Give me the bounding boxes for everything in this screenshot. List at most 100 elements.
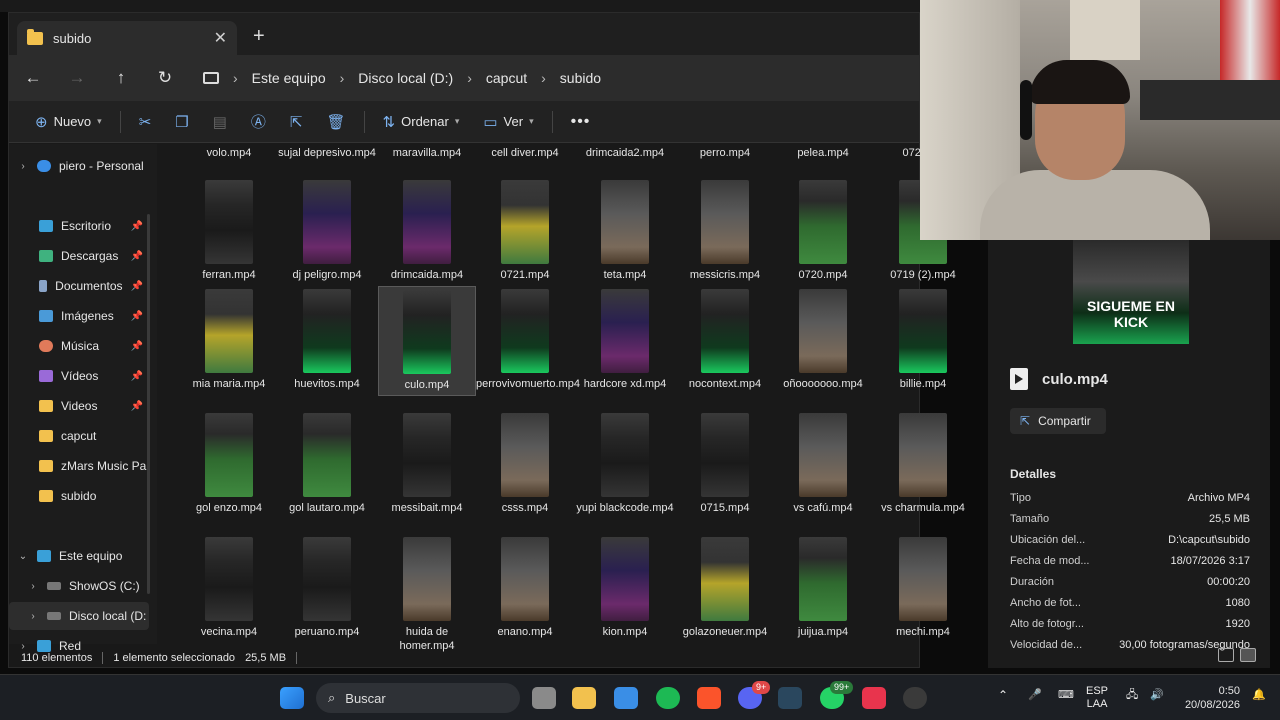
- sidebar-item-showos[interactable]: › ShowOS (C:): [9, 572, 149, 600]
- file-explorer-icon[interactable]: [572, 687, 596, 709]
- file-item[interactable]: vs charmula.mp4: [874, 413, 972, 515]
- file-item[interactable]: cell diver.mp4: [476, 146, 574, 160]
- file-item[interactable]: hardcore xd.mp4: [576, 289, 674, 391]
- file-item[interactable]: kion.mp4: [576, 537, 674, 639]
- file-item[interactable]: 0720.mp4: [774, 180, 872, 282]
- file-item[interactable]: ferran.mp4: [180, 180, 278, 282]
- chevron-right-icon[interactable]: ›: [340, 70, 345, 86]
- details-view-button[interactable]: [1218, 648, 1234, 662]
- file-item[interactable]: 0715.mp4: [676, 413, 774, 515]
- chevron-down-icon[interactable]: ⌄: [17, 551, 29, 562]
- tiles-view-button[interactable]: [1240, 648, 1256, 662]
- microphone-icon[interactable]: 🎤: [1028, 689, 1042, 702]
- file-item[interactable]: 0721.mp4: [476, 180, 574, 282]
- steam-icon[interactable]: [778, 687, 802, 709]
- more-options-button[interactable]: •••: [559, 106, 603, 138]
- file-item[interactable]: golazoneuer.mp4: [676, 537, 774, 639]
- sidebar-item-capcut[interactable]: capcut: [9, 422, 149, 450]
- close-icon[interactable]: ✕: [214, 28, 227, 48]
- sidebar-item-onedrive[interactable]: › piero - Personal: [9, 152, 149, 180]
- sort-button[interactable]: ⇅ Ordenar ▾: [371, 106, 472, 138]
- share-button[interactable]: ⇱: [278, 106, 315, 138]
- search-box[interactable]: ⌕ Buscar: [316, 683, 520, 713]
- file-item[interactable]: maravilla.mp4: [378, 146, 476, 160]
- sidebar-item-videos[interactable]: Vídeos 📌: [9, 362, 149, 390]
- sidebar-item-descargas[interactable]: Descargas 📌: [9, 242, 149, 270]
- chevron-right-icon[interactable]: ›: [467, 70, 472, 86]
- cut-button[interactable]: ✂: [127, 106, 164, 138]
- file-item[interactable]: mechi.mp4: [874, 537, 972, 639]
- file-item[interactable]: enano.mp4: [476, 537, 574, 639]
- file-item[interactable]: huida de homer.mp4: [378, 537, 476, 652]
- file-item[interactable]: drimcaida2.mp4: [576, 146, 674, 160]
- file-item[interactable]: perro.mp4: [676, 146, 774, 160]
- file-item[interactable]: perrovivomuerto.mp4: [476, 289, 580, 391]
- breadcrumb-item[interactable]: Este equipo: [252, 70, 326, 86]
- sidebar-item-este-equipo[interactable]: ⌄ Este equipo: [9, 542, 149, 570]
- delete-button[interactable]: 🗑: [315, 106, 358, 138]
- file-item[interactable]: volo.mp4: [180, 146, 278, 160]
- file-item[interactable]: csss.mp4: [476, 413, 574, 515]
- clock[interactable]: 0:50 20/08/2026: [1185, 684, 1240, 712]
- sidebar-item-musica[interactable]: Música 📌: [9, 332, 149, 360]
- back-button[interactable]: ←: [11, 68, 55, 88]
- chevron-right-icon[interactable]: ›: [27, 581, 39, 592]
- task-view-icon[interactable]: [532, 687, 556, 709]
- app-icon[interactable]: [862, 687, 886, 709]
- brave-icon[interactable]: [697, 687, 721, 709]
- sidebar-item-imagenes[interactable]: Imágenes 📌: [9, 302, 149, 330]
- new-tab-button[interactable]: +: [253, 25, 265, 48]
- file-item[interactable]: huevitos.mp4: [278, 289, 376, 391]
- file-item[interactable]: gol enzo.mp4: [180, 413, 278, 515]
- language-indicator[interactable]: ESP LAA: [1086, 685, 1108, 711]
- sidebar-scrollbar[interactable]: [147, 214, 150, 594]
- share-button[interactable]: ⇱ Compartir: [1010, 408, 1106, 434]
- network-icon[interactable]: 🖧: [1126, 689, 1138, 702]
- file-item[interactable]: pelea.mp4: [774, 146, 872, 160]
- chevron-right-icon[interactable]: ›: [541, 70, 546, 86]
- file-item[interactable]: peruano.mp4: [278, 537, 376, 639]
- file-item[interactable]: juijua.mp4: [774, 537, 872, 639]
- file-item[interactable]: dj peligro.mp4: [278, 180, 376, 282]
- chevron-right-icon[interactable]: ›: [17, 161, 29, 172]
- file-item[interactable]: billie.mp4: [874, 289, 972, 391]
- file-item[interactable]: messibait.mp4: [378, 413, 476, 515]
- breadcrumb-item[interactable]: subido: [560, 70, 601, 86]
- chevron-right-icon[interactable]: ›: [27, 611, 39, 622]
- chevron-up-icon[interactable]: ⌃: [998, 689, 1008, 702]
- file-item-selected[interactable]: culo.mp4: [378, 286, 476, 396]
- file-item[interactable]: drimcaida.mp4: [378, 180, 476, 282]
- file-item[interactable]: teta.mp4: [576, 180, 674, 282]
- copy-button[interactable]: ❐: [163, 106, 200, 138]
- breadcrumb-item[interactable]: Disco local (D:): [358, 70, 453, 86]
- chevron-right-icon[interactable]: ›: [233, 70, 238, 86]
- volume-icon[interactable]: 🔊: [1150, 689, 1164, 702]
- up-button[interactable]: ↑: [99, 68, 143, 88]
- tab-subido[interactable]: subido ✕: [17, 21, 237, 55]
- breadcrumb-item[interactable]: capcut: [486, 70, 527, 86]
- forward-button[interactable]: →: [55, 68, 99, 88]
- new-button[interactable]: ⊕ Nuevo ▾: [23, 106, 114, 138]
- sidebar-item-documentos[interactable]: Documentos 📌: [9, 272, 149, 300]
- rename-button[interactable]: Ⓐ: [239, 106, 278, 138]
- sidebar-item-zmars[interactable]: zMars Music Pa: [9, 452, 149, 480]
- sidebar-item-disco-local[interactable]: › Disco local (D:: [9, 602, 149, 630]
- file-item[interactable]: messicris.mp4: [676, 180, 774, 282]
- start-icon[interactable]: [280, 687, 304, 709]
- file-item[interactable]: yupi blackcode.mp4: [576, 413, 674, 515]
- file-item[interactable]: oñooooooo.mp4: [774, 289, 872, 391]
- sidebar-item-videos-folder[interactable]: Videos 📌: [9, 392, 149, 420]
- refresh-button[interactable]: ↻: [143, 68, 187, 88]
- file-item[interactable]: sujal depresivo.mp4: [278, 146, 376, 160]
- keyboard-icon[interactable]: ⌨: [1058, 689, 1074, 702]
- file-item[interactable]: nocontext.mp4: [676, 289, 774, 391]
- view-button[interactable]: ▭ Ver ▾: [471, 106, 545, 138]
- sidebar-item-escritorio[interactable]: Escritorio 📌: [9, 212, 149, 240]
- file-item[interactable]: vs cafú.mp4: [774, 413, 872, 515]
- spotify-icon[interactable]: [656, 687, 680, 709]
- file-item[interactable]: gol lautaro.mp4: [278, 413, 376, 515]
- monitor-icon[interactable]: [203, 72, 219, 84]
- store-icon[interactable]: [614, 687, 638, 709]
- file-item[interactable]: mia maria.mp4: [180, 289, 278, 391]
- paste-button[interactable]: ▤: [201, 106, 239, 138]
